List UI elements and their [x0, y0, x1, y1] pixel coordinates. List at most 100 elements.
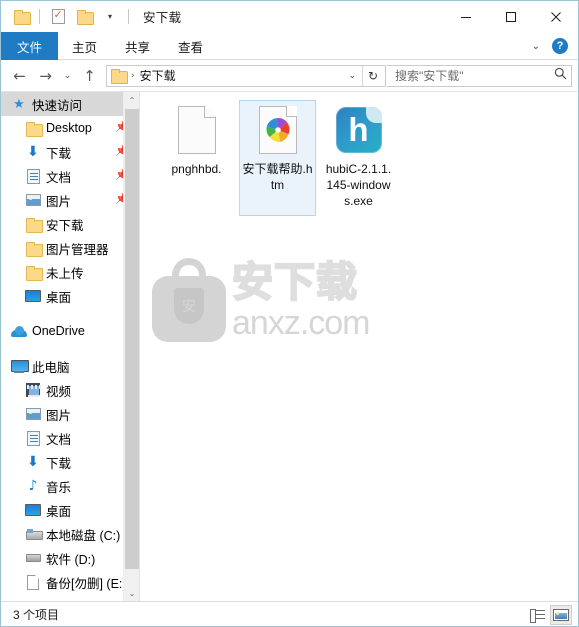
- sidebar-item-documents-qa[interactable]: 文档 📌: [1, 164, 139, 188]
- sidebar-item-not-uploaded[interactable]: 未上传: [1, 260, 139, 284]
- scroll-up-icon[interactable]: ⌃: [124, 92, 139, 108]
- download-arrow-icon: ⬇: [27, 454, 39, 470]
- cloud-icon: [11, 323, 27, 339]
- search-box[interactable]: 搜索"安下载": [387, 64, 572, 87]
- large-icons-view-button[interactable]: [550, 604, 572, 625]
- recent-locations-button[interactable]: ⌄: [59, 64, 76, 88]
- list-item[interactable]: h hubiC-2.1.1.145-windows.exe: [320, 100, 397, 216]
- bag-body: [152, 276, 226, 342]
- sidebar-item-label: 快速访问: [32, 98, 83, 113]
- forward-button[interactable]: →: [33, 64, 58, 88]
- page-icon: [25, 574, 41, 590]
- tab-view[interactable]: 查看: [164, 32, 217, 60]
- watermark-cn: 安下载: [231, 258, 358, 306]
- watermark-en: anxz.com: [232, 304, 370, 342]
- sidebar-item-downloads-qa[interactable]: ⬇ 下载 📌: [1, 140, 139, 164]
- sidebar-item-label: 安下载: [46, 218, 84, 233]
- sidebar-scrollbar[interactable]: ⌃ ⌄: [123, 92, 139, 601]
- list-item[interactable]: pnghhbd.: [158, 100, 235, 216]
- bag-handle: [172, 258, 206, 288]
- navigation-bar: ← → ⌄ ↑ › 安下载 ⌄ ↻ 搜索"安下载": [1, 60, 578, 91]
- sidebar-item-documents[interactable]: 文档: [1, 426, 139, 450]
- sidebar-item-picture-manager[interactable]: 图片管理器: [1, 236, 139, 260]
- scroll-down-icon[interactable]: ⌄: [124, 585, 139, 601]
- refresh-button[interactable]: ↻: [362, 65, 383, 86]
- details-view-icon: [529, 608, 545, 623]
- pinwheel-glyph: [266, 118, 289, 142]
- sidebar-item-videos[interactable]: 视频: [1, 378, 139, 402]
- sidebar-item-label: 图片: [46, 194, 72, 209]
- document-icon: [25, 168, 41, 184]
- sidebar-item-onedrive[interactable]: OneDrive: [1, 319, 139, 343]
- minimize-button[interactable]: [443, 1, 488, 32]
- new-folder-icon: [76, 10, 94, 25]
- sidebar-item-quick-access[interactable]: ★ 快速访问: [1, 92, 139, 116]
- sidebar-item-label: 桌面: [46, 290, 72, 305]
- sidebar-item-anxiazai[interactable]: 安下载: [1, 212, 139, 236]
- title-separator: [128, 9, 129, 24]
- customize-qat-button[interactable]: ▾: [99, 6, 121, 28]
- sidebar-item-label: 备份[勿删] (E:): [46, 576, 127, 591]
- sidebar-item-label: OneDrive: [32, 324, 85, 338]
- breadcrumb-current[interactable]: 安下载: [140, 67, 176, 84]
- file-grid: pnghhbd. 安下载帮助.htm h hubiC-2.1.1.145-win…: [140, 92, 578, 216]
- sidebar-item-label: 本地磁盘 (C:): [46, 528, 121, 543]
- sidebar-item-label: 下载: [46, 146, 72, 161]
- search-input[interactable]: 搜索"安下载": [395, 67, 554, 84]
- ribbon-tab-bar: 文件 主页 共享 查看 ⌄ ?: [1, 32, 578, 60]
- watermark-bag-icon: 安: [152, 258, 226, 342]
- explorer-body: ★ 快速访问 Desktop 📌 ⬇ 下载 📌 文档 📌 图片 �: [1, 91, 578, 601]
- sidebar-item-music[interactable]: ♪ 音乐: [1, 474, 139, 498]
- details-view-button[interactable]: [526, 605, 548, 625]
- sidebar-item-pictures[interactable]: 图片: [1, 402, 139, 426]
- status-bar: 3 个项目: [1, 601, 578, 626]
- desktop-icon: [25, 502, 41, 518]
- music-note-icon: ♪: [28, 478, 38, 494]
- scrollbar-thumb[interactable]: [125, 109, 139, 569]
- search-icon[interactable]: [554, 67, 567, 85]
- new-folder-button[interactable]: [73, 6, 95, 28]
- qat-folder-icon[interactable]: [10, 6, 32, 28]
- video-icon: [25, 382, 41, 398]
- sidebar-item-desktop-qa[interactable]: Desktop 📌: [1, 116, 139, 140]
- list-item[interactable]: 安下载帮助.htm: [239, 100, 316, 216]
- sidebar-item-pictures-qa[interactable]: 图片 📌: [1, 188, 139, 212]
- picture-icon: [25, 192, 41, 208]
- large-icons-view-icon: [553, 608, 569, 621]
- up-button[interactable]: ↑: [77, 64, 102, 88]
- address-bar[interactable]: › 安下载 ⌄ ↻: [106, 64, 386, 87]
- download-arrow-icon: ⬇: [27, 144, 39, 160]
- ribbon-right-controls: ⌄ ?: [528, 32, 574, 60]
- hubic-h-glyph: h: [348, 110, 369, 148]
- hubic-app-icon: h: [335, 105, 382, 155]
- sidebar-item-downloads[interactable]: ⬇ 下载: [1, 450, 139, 474]
- chevron-down-icon[interactable]: ⌄: [528, 41, 544, 52]
- file-name: pnghhbd.: [171, 162, 222, 176]
- drive-icon: [25, 550, 41, 566]
- sidebar-item-backup-e[interactable]: 备份[勿删] (E:): [1, 570, 139, 594]
- tab-share[interactable]: 共享: [111, 32, 164, 60]
- html-document-icon: [258, 105, 297, 155]
- address-dropdown-icon[interactable]: ⌄: [342, 71, 362, 81]
- sidebar-item-desktop-cn[interactable]: 桌面: [1, 498, 139, 522]
- tab-home[interactable]: 主页: [58, 32, 111, 60]
- anxz-watermark: 安 安下载 anxz.com: [152, 258, 370, 342]
- back-button[interactable]: ←: [7, 64, 32, 88]
- close-button[interactable]: [533, 1, 578, 32]
- help-icon[interactable]: ?: [552, 38, 568, 54]
- sidebar-item-desktop-cn-qa[interactable]: 桌面: [1, 284, 139, 308]
- tab-file[interactable]: 文件: [1, 32, 59, 60]
- folder-icon: [25, 120, 43, 137]
- sidebar-item-software-d[interactable]: 软件 (D:): [1, 546, 139, 570]
- address-folder-icon: [111, 69, 128, 84]
- folder-icon: [25, 216, 43, 233]
- maximize-button[interactable]: [488, 1, 533, 32]
- picture-icon: [25, 406, 41, 422]
- file-name: 安下载帮助.htm: [242, 162, 313, 192]
- sidebar-item-local-disk-c[interactable]: 本地磁盘 (C:): [1, 522, 139, 546]
- navigation-pane: ★ 快速访问 Desktop 📌 ⬇ 下载 📌 文档 📌 图片 �: [1, 92, 139, 601]
- properties-button[interactable]: [47, 6, 69, 28]
- sidebar-item-this-pc[interactable]: 此电脑: [1, 354, 139, 378]
- file-list-pane[interactable]: pnghhbd. 安下载帮助.htm h hubiC-2.1.1.145-win…: [139, 92, 578, 601]
